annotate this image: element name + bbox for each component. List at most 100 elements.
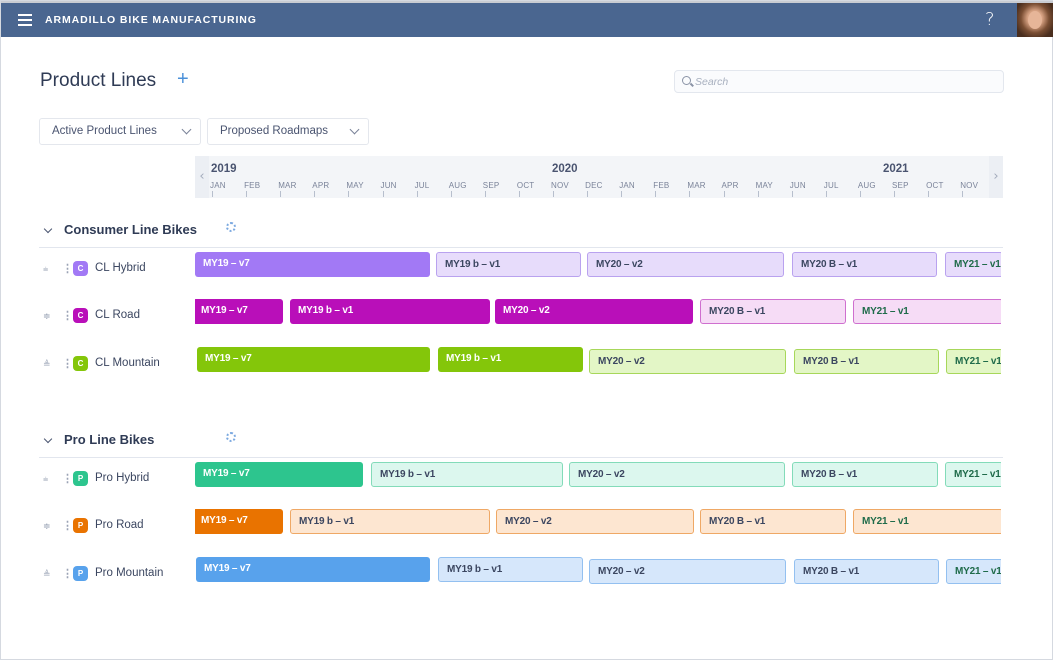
product-line-name[interactable]: Pro Road bbox=[95, 519, 144, 531]
dropdown-label: Proposed Roadmaps bbox=[220, 125, 329, 137]
roadmap-bar[interactable]: MY20 B – v1 bbox=[792, 462, 938, 487]
collapse-chevron-icon[interactable] bbox=[43, 224, 53, 234]
timeline-month: AUG bbox=[857, 181, 876, 190]
timeline-month: SEP bbox=[892, 181, 909, 190]
timeline-tick bbox=[246, 191, 248, 197]
timeline-month: JUL bbox=[823, 181, 839, 190]
timeline-tick bbox=[859, 191, 861, 197]
section-header: Pro Line Bikes bbox=[39, 432, 1003, 458]
active-product-lines-dropdown[interactable]: Active Product Lines bbox=[39, 118, 201, 145]
product-line-row: ≑ ⋮ P Pro Road bbox=[43, 518, 193, 536]
timeline-year: 2019 bbox=[211, 163, 237, 175]
timeline-tick bbox=[348, 191, 350, 197]
roadmap-track: MY19 – v7 MY19 b – v1 MY20 – v2 MY20 B – v1… bbox=[195, 252, 1001, 280]
more-options-icon[interactable]: ⋮ bbox=[62, 359, 73, 370]
roadmap-track: MY19 – v7 MY19 b – v1 MY20 – v2 MY20 B – v1… bbox=[195, 462, 1001, 490]
product-line-row: ⩧ ⋮ C CL Hybrid bbox=[43, 261, 193, 279]
more-options-icon[interactable]: ⋮ bbox=[62, 311, 73, 322]
timeline-month: APR bbox=[312, 181, 330, 190]
product-line-name[interactable]: CL Hybrid bbox=[95, 262, 146, 274]
timeline-month: MAY bbox=[755, 181, 773, 190]
timeline-tick bbox=[518, 191, 520, 197]
roadmap-bar[interactable]: MY19 – v7 bbox=[196, 557, 430, 582]
timeline-tick bbox=[450, 191, 452, 197]
timeline-month: JAN bbox=[619, 181, 635, 190]
timeline-month: MAY bbox=[346, 181, 364, 190]
roadmap-bar[interactable]: MY20 B – v1 bbox=[794, 349, 939, 374]
roadmap-bar[interactable]: MY21 – v1 bbox=[945, 462, 1001, 487]
timeline-next-button[interactable]: › bbox=[989, 156, 1003, 198]
roadmap-bar[interactable]: MY20 – v2 bbox=[589, 349, 786, 374]
more-options-icon[interactable]: ⋮ bbox=[62, 521, 73, 532]
roadmap-bar[interactable]: MY19 b – v1 bbox=[371, 462, 563, 487]
user-avatar[interactable] bbox=[1017, 3, 1053, 37]
timeline-tick bbox=[553, 191, 554, 197]
priority-high-icon[interactable]: ≜ bbox=[43, 570, 52, 579]
more-options-icon[interactable]: ⋮ bbox=[62, 474, 73, 485]
roadmap-bar[interactable]: MY19 b – v1 bbox=[436, 252, 581, 277]
gear-icon[interactable] bbox=[226, 222, 236, 232]
more-options-icon[interactable]: ⋮ bbox=[62, 264, 73, 275]
proposed-roadmaps-dropdown[interactable]: Proposed Roadmaps bbox=[207, 118, 369, 145]
timeline-tick bbox=[655, 191, 657, 197]
roadmap-bar[interactable]: MY20 – v2 bbox=[569, 462, 785, 487]
chevron-down-icon bbox=[349, 124, 360, 135]
roadmap-bar[interactable]: MY20 B – v1 bbox=[794, 559, 939, 584]
product-line-name[interactable]: Pro Hybrid bbox=[95, 472, 149, 484]
timeline-tick bbox=[689, 191, 691, 197]
timeline-month: AUG bbox=[448, 181, 467, 190]
roadmap-track: MY19 – v7 MY19 b – v1 MY20 – v2 MY20 B – v1… bbox=[195, 509, 1001, 537]
roadmap-bar[interactable]: MY20 B – v1 bbox=[700, 299, 846, 324]
priority-low-icon[interactable]: ⩧ bbox=[43, 265, 52, 274]
roadmap-bar[interactable]: MY19 b – v1 bbox=[438, 347, 583, 372]
roadmap-bar[interactable]: MY20 – v2 bbox=[495, 299, 693, 324]
timeline-month: OCT bbox=[516, 181, 535, 190]
priority-medium-icon[interactable]: ≑ bbox=[43, 312, 52, 321]
roadmap-bar[interactable]: MY19 – v7 bbox=[195, 462, 363, 487]
collapse-chevron-icon[interactable] bbox=[43, 434, 53, 444]
timeline-month: SEP bbox=[482, 181, 500, 190]
priority-low-icon[interactable]: ⩧ bbox=[43, 475, 52, 484]
timeline-month: OCT bbox=[926, 181, 944, 190]
timeline-tick bbox=[962, 191, 964, 197]
roadmap-bar[interactable]: MY19 b – v1 bbox=[290, 299, 490, 324]
roadmap-bar[interactable]: MY19 – v7 bbox=[195, 509, 283, 534]
priority-high-icon[interactable]: ≜ bbox=[43, 360, 52, 369]
product-line-badge: C bbox=[73, 308, 88, 323]
timeline-month: JUN bbox=[380, 181, 397, 190]
roadmap-bar[interactable]: MY20 – v2 bbox=[496, 509, 694, 534]
top-bar: ARMADILLO BIKE MANUFACTURING ? bbox=[1, 1, 1053, 37]
search-input[interactable] bbox=[695, 73, 995, 91]
timeline-prev-button[interactable]: ‹ bbox=[195, 156, 209, 198]
roadmap-bar[interactable]: MY19 – v7 bbox=[197, 347, 430, 372]
roadmap-bar[interactable]: MY21 – v1 bbox=[945, 252, 1001, 277]
roadmap-bar[interactable]: MY21 – v1 bbox=[853, 509, 1001, 534]
roadmap-bar[interactable]: MY19 b – v1 bbox=[290, 509, 490, 534]
roadmap-bar[interactable]: MY19 b – v1 bbox=[438, 557, 583, 582]
roadmap-bar[interactable]: MY21 – v1 bbox=[946, 349, 1001, 374]
roadmap-bar[interactable]: MY20 – v2 bbox=[587, 252, 784, 277]
timeline-month: MAR bbox=[278, 181, 297, 190]
priority-medium-icon[interactable]: ≑ bbox=[43, 522, 52, 531]
product-line-name[interactable]: CL Mountain bbox=[95, 357, 160, 369]
section-title: Consumer Line Bikes bbox=[64, 222, 197, 237]
help-icon[interactable]: ? bbox=[985, 9, 995, 30]
timeline-month: APR bbox=[721, 181, 739, 190]
timeline-month: MAR bbox=[687, 181, 706, 190]
app-title: ARMADILLO BIKE MANUFACTURING bbox=[45, 14, 257, 26]
product-line-name[interactable]: CL Road bbox=[95, 309, 140, 321]
more-options-icon[interactable]: ⋮ bbox=[62, 569, 73, 580]
roadmap-bar[interactable]: MY19 – v7 bbox=[195, 299, 283, 324]
roadmap-bar[interactable]: MY20 B – v1 bbox=[700, 509, 846, 534]
hamburger-menu-icon[interactable] bbox=[18, 14, 32, 26]
roadmap-bar[interactable]: MY19 – v7 bbox=[195, 252, 430, 277]
roadmap-bar[interactable]: MY21 – v1 bbox=[853, 299, 1001, 324]
product-line-name[interactable]: Pro Mountain bbox=[95, 567, 163, 579]
roadmap-bar[interactable]: MY20 B – v1 bbox=[792, 252, 937, 277]
roadmap-bar[interactable]: MY20 – v2 bbox=[589, 559, 786, 584]
product-line-row: ≜ ⋮ C CL Mountain bbox=[43, 356, 193, 374]
timeline-tick bbox=[894, 191, 895, 197]
roadmap-bar[interactable]: MY21 – v1 bbox=[946, 559, 1001, 584]
gear-icon[interactable] bbox=[226, 432, 236, 442]
add-product-line-button[interactable]: + bbox=[177, 68, 189, 91]
